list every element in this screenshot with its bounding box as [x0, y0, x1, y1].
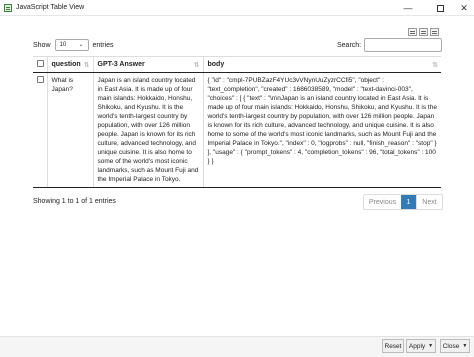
- row-select-cell: [33, 72, 47, 188]
- pagination: Previous 1 Next: [363, 194, 443, 210]
- column-header-body[interactable]: body ⇅: [202, 56, 441, 73]
- chevron-down-icon: ⌄: [78, 42, 84, 48]
- table-header-row: question ⇅ GPT-3 Answer ⇅ body ⇅: [33, 56, 441, 73]
- search-label: Search:: [337, 41, 362, 49]
- sort-icon: ⇅: [83, 62, 90, 69]
- minimize-button[interactable]: —: [394, 0, 422, 16]
- next-page-button[interactable]: Next: [416, 195, 442, 209]
- columns-icon[interactable]: [430, 28, 439, 36]
- close-window-button[interactable]: ✕: [450, 0, 474, 16]
- apply-button[interactable]: Apply ▼: [406, 339, 436, 353]
- column-header-label: question: [51, 61, 81, 68]
- column-header-label: GPT-3 Answer: [97, 61, 145, 68]
- reset-button[interactable]: Reset: [382, 339, 404, 353]
- body-cell: { "id" : "cmpl-7PUBZazF4YUc3vVNynUuZyzrC…: [202, 72, 441, 188]
- reset-label: Reset: [384, 342, 402, 350]
- maximize-icon: [436, 4, 444, 12]
- page-1-button[interactable]: 1: [401, 195, 416, 209]
- sort-icon: ⇅: [432, 62, 438, 69]
- show-label: Show: [33, 41, 51, 49]
- column-header-answer[interactable]: GPT-3 Answer ⇅: [92, 56, 203, 73]
- column-header-label: body: [207, 61, 225, 68]
- table-info: Showing 1 to 1 of 1 entries: [33, 198, 116, 205]
- question-cell: What is Japan?: [46, 72, 93, 188]
- page-length-select[interactable]: 10 ⌄: [54, 39, 89, 51]
- window-title: JavaScript Table View: [16, 4, 85, 11]
- search-control: Search:: [337, 38, 443, 52]
- entries-label: entries: [92, 41, 114, 49]
- row-checkbox[interactable]: [37, 76, 44, 83]
- app-table-icon: [4, 4, 12, 12]
- table-tools: [408, 28, 439, 36]
- close-button[interactable]: Close ▼: [440, 339, 470, 353]
- apply-label: Apply: [408, 342, 426, 350]
- previous-page-button[interactable]: Previous: [364, 195, 401, 209]
- title-bar: JavaScript Table View — ✕: [0, 0, 474, 16]
- copy-icon[interactable]: [408, 28, 417, 36]
- sort-icon: ⇅: [193, 62, 200, 69]
- export-icon[interactable]: [419, 28, 428, 36]
- data-table: question ⇅ GPT-3 Answer ⇅ body ⇅ What is Ja…: [33, 56, 441, 188]
- page-length-control: Show 10 ⌄ entries: [33, 39, 114, 51]
- select-all-header: [33, 56, 47, 73]
- table-row[interactable]: What is Japan? Japan is an island countr…: [33, 72, 441, 188]
- close-label: Close: [442, 342, 460, 350]
- search-input[interactable]: [364, 38, 443, 52]
- caret-down-icon: ▼: [462, 343, 468, 349]
- select-all-checkbox[interactable]: [37, 60, 44, 67]
- answer-cell: Japan is an island country located in Ea…: [92, 72, 203, 188]
- column-header-question[interactable]: question ⇅: [46, 56, 93, 73]
- caret-down-icon: ▼: [428, 343, 434, 349]
- page-length-value: 10: [59, 42, 67, 48]
